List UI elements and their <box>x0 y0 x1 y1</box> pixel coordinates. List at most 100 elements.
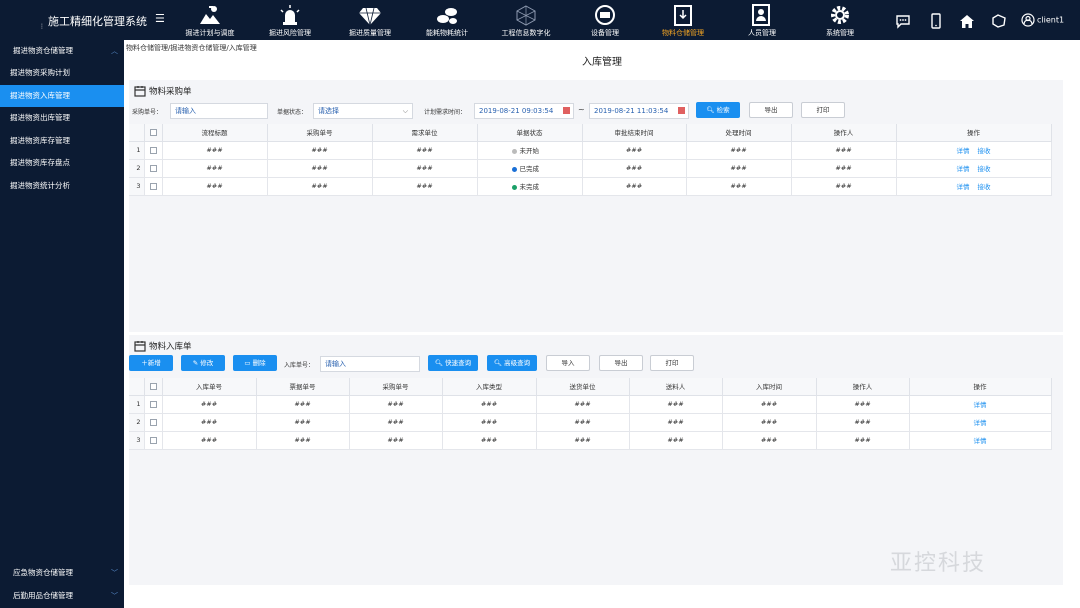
barrels-icon <box>437 8 457 24</box>
delete-button[interactable]: ▭ 删除 <box>233 355 277 371</box>
column-header[interactable]: 送料人 <box>629 378 723 396</box>
action-link-a2[interactable]: 接收 <box>978 165 991 173</box>
top-navbar: ⋮ 施工精细化管理系统 ☰ 掘进计划与调度 掘进风险管理 掘进质量管理 能耗物耗… <box>0 0 1080 40</box>
nav-energy[interactable]: 能耗物耗统计 <box>407 0 487 40</box>
row-select[interactable] <box>144 431 163 450</box>
date-to-input[interactable]: 2019-08-21 11:03:54 <box>589 103 689 119</box>
column-header[interactable]: 入库类型 <box>442 378 537 396</box>
action-link-a1[interactable]: 详情 <box>957 183 970 191</box>
column-header[interactable]: 票据单号 <box>256 378 350 396</box>
mobile-icon[interactable] <box>928 13 944 29</box>
export-button[interactable]: 导出 <box>599 355 643 371</box>
action-link-a1[interactable]: 详情 <box>957 165 970 173</box>
table-row[interactable]: 2 ### ### ### ### ### ### ### ### 详情 <box>129 413 1052 432</box>
menu-toggle-icon[interactable]: ☰ <box>155 12 165 25</box>
row-number: 3 <box>129 431 145 450</box>
sidebar-item-inbound[interactable]: 掘进物资入库管理 <box>0 85 124 107</box>
action-link-a1[interactable]: 详情 <box>974 437 987 445</box>
order-no-input[interactable]: 请输入 <box>170 103 268 119</box>
column-header[interactable]: 采购单号 <box>349 378 443 396</box>
calendar-icon <box>678 107 685 114</box>
column-header[interactable]: 流程标题 <box>162 124 268 142</box>
advanced-search-button[interactable]: 🔍︎ 高级查询 <box>487 355 537 371</box>
column-header[interactable]: 入库时间 <box>722 378 817 396</box>
sidebar-item-stocktake[interactable]: 掘进物资库存盘点 <box>0 152 124 174</box>
chat-icon[interactable] <box>895 13 911 29</box>
date-from-input[interactable]: 2019-08-21 09:03:54 <box>474 103 574 119</box>
status-select[interactable]: 请选择 ⌵ <box>313 103 413 119</box>
user-menu[interactable]: client1 <box>1021 13 1064 27</box>
action-link-a2[interactable]: 接收 <box>978 147 991 155</box>
action-link-a1[interactable]: 详情 <box>957 147 970 155</box>
checkbox[interactable] <box>149 182 157 190</box>
checkbox[interactable] <box>149 128 157 136</box>
column-header[interactable]: 单据状态 <box>477 124 583 142</box>
table-cell: ### <box>442 431 537 450</box>
add-button[interactable]: ＋新增 <box>129 355 173 371</box>
header-select-all[interactable] <box>144 124 163 142</box>
checkbox[interactable] <box>149 164 157 172</box>
sidebar-group-tunneling[interactable]: 掘进物资仓储管理 ︿ <box>0 40 124 62</box>
nav-label: 掘进质量管理 <box>349 29 391 37</box>
action-link-a1[interactable]: 详情 <box>974 401 987 409</box>
table-cell: ### <box>162 395 257 414</box>
column-header[interactable]: 操作 <box>909 378 1052 396</box>
nav-device[interactable]: 设备管理 <box>565 0 645 40</box>
sidebar-group-logistics[interactable]: 后勤用品仓储管理 ﹀ <box>0 585 124 607</box>
row-select[interactable] <box>144 177 163 196</box>
nav-risk[interactable]: 掘进风险管理 <box>250 0 330 40</box>
row-select[interactable] <box>144 159 163 178</box>
user-avatar-icon <box>1021 13 1035 27</box>
quick-search-button[interactable]: 🔍︎ 快速查询 <box>428 355 478 371</box>
search-button[interactable]: 🔍︎ 检索 <box>696 102 740 118</box>
sidebar-item-statistics[interactable]: 掘进物资统计分析 <box>0 175 124 197</box>
nav-label: 人员管理 <box>748 29 776 37</box>
export-button[interactable]: 导出 <box>749 102 793 118</box>
table-row[interactable]: 3 ### ### ### 未完成 ### ### ### 详情 接收 <box>129 177 1052 196</box>
sidebar-group-emergency[interactable]: 应急物资仓储管理 ﹀ <box>0 562 124 584</box>
header-select-all[interactable] <box>144 378 163 396</box>
column-header[interactable]: 操作人 <box>816 378 910 396</box>
home-icon[interactable] <box>959 13 975 29</box>
row-select[interactable] <box>144 141 163 160</box>
nav-personnel[interactable]: 人员管理 <box>722 0 802 40</box>
nav-quality[interactable]: 掘进质量管理 <box>330 0 410 40</box>
column-header[interactable]: 审批结束时间 <box>582 124 687 142</box>
inbound-no-input[interactable]: 请输入 <box>320 356 420 372</box>
row-select[interactable] <box>144 413 163 432</box>
table-row[interactable]: 1 ### ### ### 未开始 ### ### ### 详情 接收 <box>129 141 1052 160</box>
column-header[interactable]: 操作 <box>896 124 1052 142</box>
column-header[interactable]: 操作人 <box>791 124 897 142</box>
checkbox[interactable] <box>149 436 157 444</box>
sidebar-item-purchase-plan[interactable]: 掘进物资采购计划 <box>0 62 124 84</box>
print-button[interactable]: 打印 <box>801 102 845 118</box>
checkbox[interactable] <box>149 400 157 408</box>
column-header[interactable]: 送货单位 <box>536 378 630 396</box>
nav-warehouse[interactable]: 物料仓储管理 <box>643 0 723 40</box>
import-button[interactable]: 导入 <box>546 355 590 371</box>
table-row[interactable]: 3 ### ### ### ### ### ### ### ### 详情 <box>129 431 1052 450</box>
table-row[interactable]: 1 ### ### ### ### ### ### ### ### 详情 <box>129 395 1052 414</box>
sidebar-item-outbound[interactable]: 掘进物资出库管理 <box>0 107 124 129</box>
sidebar-item-inventory[interactable]: 掘进物资库存管理 <box>0 130 124 152</box>
column-header[interactable]: 采购单号 <box>267 124 373 142</box>
column-header[interactable]: 需求单位 <box>372 124 478 142</box>
checkbox[interactable] <box>149 146 157 154</box>
tag-icon[interactable] <box>991 13 1007 29</box>
column-header[interactable]: 处理时间 <box>686 124 792 142</box>
checkbox[interactable] <box>149 382 157 390</box>
print-button[interactable]: 打印 <box>650 355 694 371</box>
row-select[interactable] <box>144 395 163 414</box>
action-link-a2[interactable]: 接收 <box>978 183 991 191</box>
edit-button[interactable]: ✎ 修改 <box>181 355 225 371</box>
table-cell: ### <box>686 159 792 178</box>
nav-digital[interactable]: 工程信息数字化 <box>486 0 566 40</box>
nav-system[interactable]: 系统管理 <box>800 0 880 40</box>
checkbox[interactable] <box>149 418 157 426</box>
nav-plan-dispatch[interactable]: 掘进计划与调度 <box>170 0 250 40</box>
table-row[interactable]: 2 ### ### ### 已完成 ### ### ### 详情 接收 <box>129 159 1052 178</box>
column-header[interactable]: 入库单号 <box>162 378 257 396</box>
table-cell: ### <box>582 141 687 160</box>
action-link-a1[interactable]: 详情 <box>974 419 987 427</box>
status-text: 未完成 <box>519 183 540 191</box>
